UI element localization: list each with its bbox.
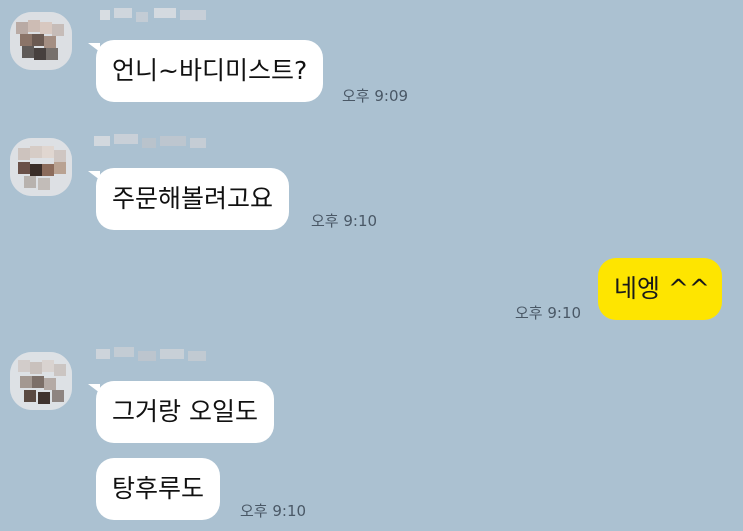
message-timestamp: 오후 9:10	[311, 212, 378, 230]
message-bubble[interactable]: 언니~바디미스트?	[96, 40, 324, 102]
message-bubble[interactable]: 그거랑 오일도	[96, 381, 274, 443]
sender-avatar[interactable]	[10, 352, 72, 410]
message-text: 언니~바디미스트?	[112, 56, 308, 85]
message-bubble[interactable]: 주문해볼려고요	[96, 168, 290, 230]
message-bubble-own[interactable]: 네엥 ^^	[598, 258, 722, 320]
message-timestamp: 오후 9:10	[240, 502, 307, 520]
message-text: 주문해볼려고요	[112, 184, 274, 213]
message-timestamp: 오후 9:10	[515, 304, 582, 322]
message-text: 탕후루도	[112, 474, 205, 503]
sender-name-blurred	[96, 345, 216, 365]
message-text: 그거랑 오일도	[112, 397, 258, 426]
sender-avatar[interactable]	[10, 138, 72, 196]
message-timestamp: 오후 9:09	[342, 87, 409, 105]
message-text: 네엥 ^^	[614, 274, 710, 303]
sender-name-blurred	[100, 6, 220, 26]
message-bubble[interactable]: 탕후루도	[96, 458, 221, 520]
sender-name-blurred	[94, 132, 214, 152]
sender-avatar[interactable]	[10, 12, 72, 70]
